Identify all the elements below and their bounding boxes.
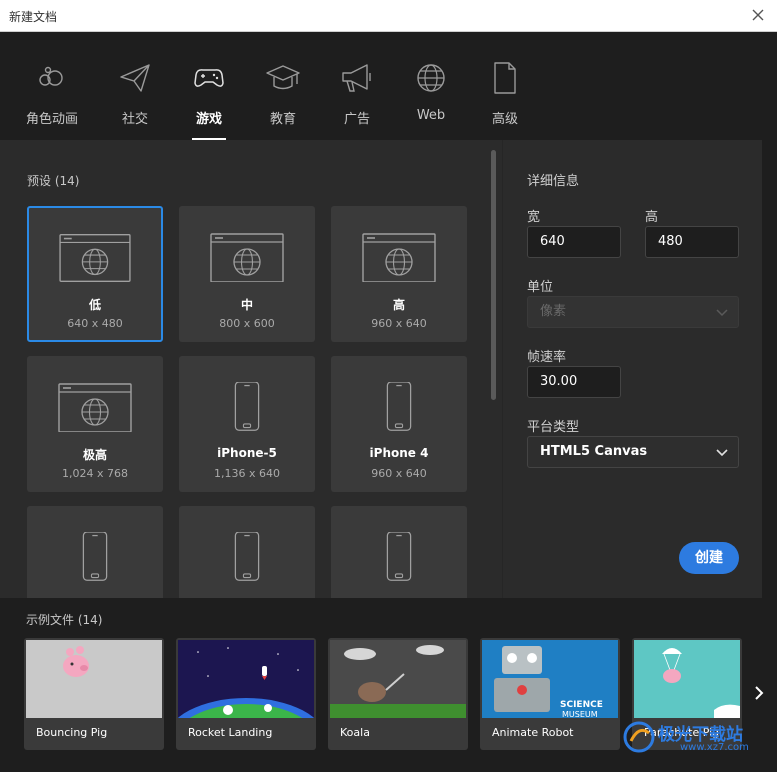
tab-advanced[interactable]: 高级 [468, 60, 542, 140]
preset-card-iphone4[interactable]: iPhone 4 960 x 640 [331, 356, 467, 492]
details-panel: 详细信息 宽 640 高 480 单位 像素 帧速率 30.00 平台类型 HT… [502, 140, 762, 598]
chevron-down-icon [716, 449, 728, 457]
examples-section: 示例文件 (14) Bouncing Pig Rocket Landing Ko… [0, 598, 777, 772]
fps-input[interactable]: 30.00 [527, 366, 621, 398]
preset-card-extra-high[interactable]: 极高 1,024 x 768 [27, 356, 163, 492]
presets-scrollbar[interactable] [491, 150, 496, 400]
preset-card-iphone5[interactable]: iPhone-5 1,136 x 640 [179, 356, 315, 492]
width-input[interactable]: 640 [527, 226, 621, 258]
preset-name: 低 [88, 298, 101, 312]
example-name: Koala [340, 726, 370, 739]
preset-size: 800 x 600 [219, 317, 275, 330]
globe-icon [417, 64, 445, 92]
details-title: 详细信息 [527, 174, 580, 189]
tab-label: 社交 [121, 112, 148, 127]
character-animation-icon [39, 66, 63, 86]
science-museum-line2: MUSEUM [562, 710, 598, 719]
preset-card[interactable] [331, 506, 467, 598]
gamepad-icon [194, 69, 224, 87]
rocket-landing-thumbnail [178, 640, 314, 718]
presets-panel: 预设 (14) 低 640 x 480 中 800 x 600 高 960 x … [0, 140, 502, 598]
example-koala[interactable]: Koala [328, 638, 468, 750]
example-name: Animate Robot [492, 726, 574, 739]
presets-title: 预设 (14) [27, 174, 80, 188]
watermark-url: www.xz7.com [680, 742, 749, 753]
preset-name: iPhone-5 [217, 446, 277, 460]
phone-icon [82, 532, 108, 581]
close-icon[interactable] [749, 6, 767, 24]
chevron-right-icon[interactable] [752, 684, 766, 702]
window-title: 新建文档 [9, 10, 58, 24]
height-label: 高 [645, 210, 659, 225]
document-icon [494, 62, 516, 94]
tab-label: 教育 [269, 112, 296, 127]
preset-name: 极高 [82, 448, 107, 462]
tab-games[interactable]: 游戏 [172, 60, 246, 140]
preset-name: iPhone 4 [369, 446, 429, 460]
example-rocket-landing[interactable]: Rocket Landing [176, 638, 316, 750]
tab-character-animation[interactable]: 角色动画 [15, 60, 89, 140]
preset-card-low[interactable]: 低 640 x 480 [27, 206, 163, 342]
example-name: Bouncing Pig [36, 726, 108, 739]
phone-icon [234, 382, 260, 431]
preset-name: 高 [392, 298, 405, 312]
browser-globe-icon [362, 233, 436, 282]
phone-icon [386, 532, 412, 581]
tab-web[interactable]: Web [394, 60, 468, 140]
unit-select[interactable]: 像素 [527, 296, 739, 328]
preset-card[interactable] [27, 506, 163, 598]
koala-thumbnail [330, 640, 466, 718]
browser-globe-icon [59, 233, 131, 282]
graduation-cap-icon [266, 65, 300, 90]
unit-value: 像素 [540, 304, 567, 319]
preset-card[interactable] [179, 506, 315, 598]
example-animate-robot[interactable]: SCIENCE MUSEUM Animate Robot [480, 638, 620, 750]
preset-card-medium[interactable]: 中 800 x 600 [179, 206, 315, 342]
tab-ads[interactable]: 广告 [320, 60, 394, 140]
tab-label: 广告 [343, 112, 370, 127]
tab-label: 高级 [491, 112, 518, 127]
watermark-logo-icon [623, 721, 655, 753]
title-bar: 新建文档 [0, 0, 777, 32]
preset-size: 1,024 x 768 [62, 467, 128, 480]
tab-social[interactable]: 社交 [98, 60, 172, 140]
height-input[interactable]: 480 [645, 226, 739, 258]
preset-size: 1,136 x 640 [214, 467, 280, 480]
create-button[interactable]: 创建 [679, 542, 739, 574]
preset-size: 640 x 480 [67, 317, 123, 330]
tab-education[interactable]: 教育 [246, 60, 320, 140]
preset-size: 960 x 640 [371, 317, 427, 330]
preset-name: 中 [240, 298, 253, 312]
example-bouncing-pig[interactable]: Bouncing Pig [24, 638, 164, 750]
tab-label: 游戏 [195, 112, 222, 127]
parachute-pig-thumbnail [634, 640, 740, 718]
tab-label: Web [416, 108, 446, 123]
platform-label: 平台类型 [527, 420, 580, 435]
paper-plane-icon [120, 64, 150, 92]
bouncing-pig-thumbnail [26, 640, 162, 718]
example-name: Rocket Landing [188, 726, 273, 739]
width-label: 宽 [527, 210, 541, 225]
category-tabs: 角色动画 社交 游戏 教育 广告 Web 高级 [0, 32, 777, 140]
megaphone-icon [342, 64, 371, 92]
browser-globe-icon [58, 383, 132, 432]
fps-label: 帧速率 [527, 350, 567, 365]
preset-size: 960 x 640 [371, 467, 427, 480]
platform-select[interactable]: HTML5 Canvas [527, 436, 739, 468]
browser-globe-icon [210, 233, 284, 282]
tab-label: 角色动画 [25, 112, 78, 127]
examples-title: 示例文件 (14) [26, 613, 103, 627]
preset-card-high[interactable]: 高 960 x 640 [331, 206, 467, 342]
phone-icon [386, 382, 412, 431]
platform-value: HTML5 Canvas [540, 444, 648, 459]
chevron-down-icon [716, 309, 728, 317]
unit-label: 单位 [527, 280, 554, 295]
watermark: 极光下载站 www.xz7.com [622, 716, 772, 766]
science-museum-line1: SCIENCE [560, 700, 603, 710]
phone-icon [234, 532, 260, 581]
